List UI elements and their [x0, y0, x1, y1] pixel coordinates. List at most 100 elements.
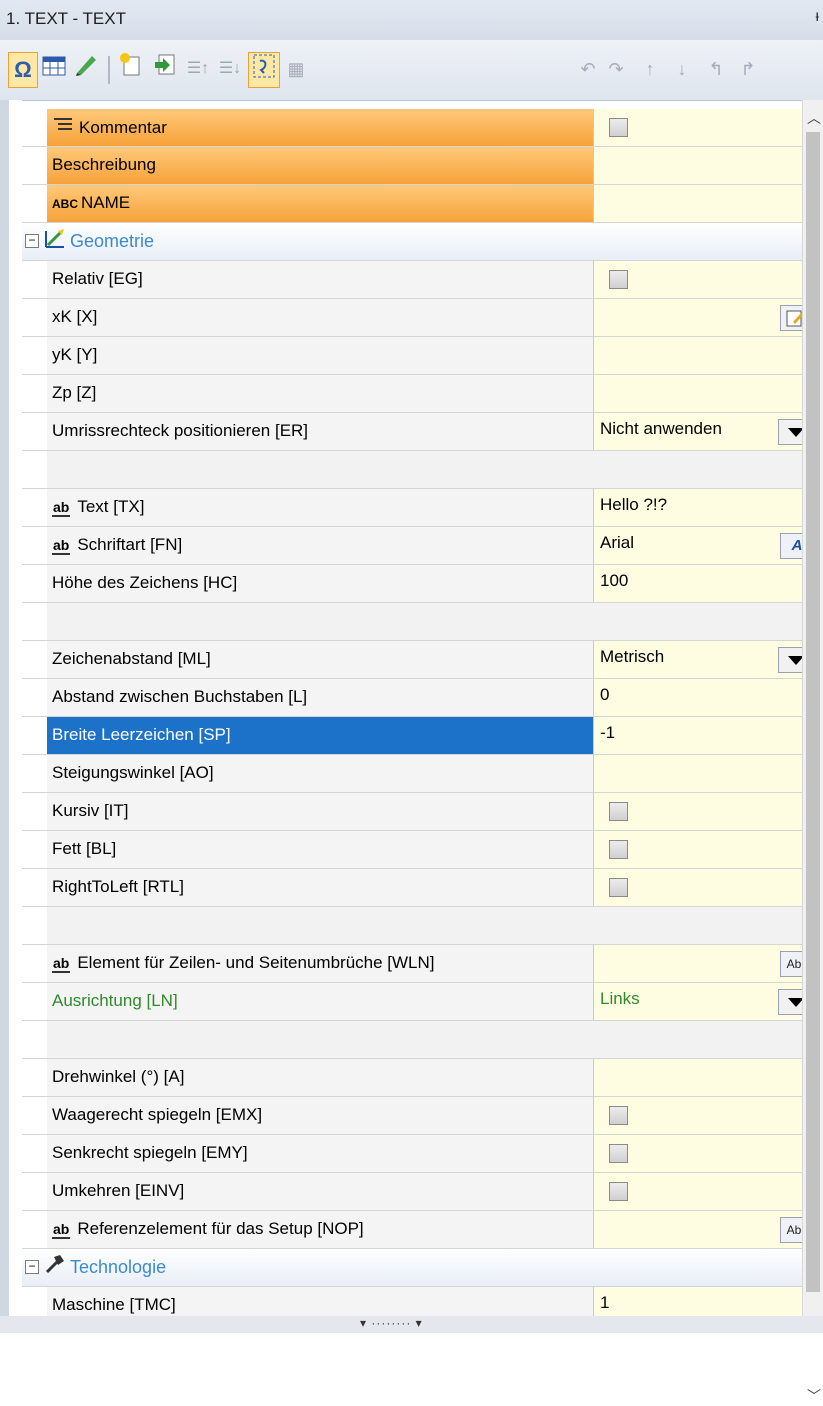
- relativ-checkbox[interactable]: [609, 270, 628, 289]
- umriss-select[interactable]: Nicht anwenden: [594, 413, 822, 450]
- row-breite-label-cell[interactable]: Breite Leerzeichen [SP]: [47, 717, 594, 754]
- row-schriftart-label-cell[interactable]: ab Schriftart [FN]: [47, 527, 594, 564]
- beschreibung-field[interactable]: [594, 147, 822, 184]
- steigung-field[interactable]: [594, 755, 822, 792]
- row-steigung-label-cell[interactable]: Steigungswinkel [AO]: [47, 755, 594, 792]
- ausrichtung-select[interactable]: Links: [594, 983, 822, 1020]
- element-field[interactable]: Abc: [594, 945, 822, 982]
- name-label: NAME: [81, 193, 131, 212]
- property-grid: Kommentar Beschreibung ABC NAME − Geometr…: [22, 109, 822, 1325]
- senkrecht-label: Senkrecht spiegeln [EMY]: [52, 1143, 248, 1162]
- yk-field[interactable]: [594, 337, 822, 374]
- group-geometrie[interactable]: − Geometrie: [22, 223, 802, 261]
- insert-icon[interactable]: [150, 52, 180, 86]
- row-zp: Zp [Z]: [22, 375, 822, 413]
- umkehren-checkbox[interactable]: [609, 1182, 628, 1201]
- row-kursiv-label-cell[interactable]: Kursiv [IT]: [47, 793, 594, 830]
- resize-grip-icon[interactable]: ▾ ········ ▾: [360, 1316, 423, 1330]
- relativ-value-cell: [594, 261, 822, 298]
- undo-icon[interactable]: ↶: [576, 52, 600, 86]
- omega-icon[interactable]: Ω: [8, 52, 38, 88]
- abstand-field[interactable]: 0: [594, 679, 822, 716]
- geometrie-label: Geometrie: [70, 231, 155, 251]
- schriftart-field[interactable]: Arial A: [594, 527, 822, 564]
- font-ab-icon: ab: [52, 537, 71, 555]
- row-umriss-label-cell[interactable]: Umrissrechteck positionieren [ER]: [47, 413, 594, 450]
- fett-checkbox[interactable]: [609, 840, 628, 859]
- grid-icon[interactable]: ▦: [282, 52, 310, 86]
- row-beschreibung: Beschreibung: [22, 147, 822, 185]
- rtl-checkbox[interactable]: [609, 878, 628, 897]
- row-drehwinkel-label-cell[interactable]: Drehwinkel (°) [A]: [47, 1059, 594, 1096]
- resize-bar[interactable]: ▾ ········ ▾: [0, 1316, 823, 1333]
- title-bar: 1. TEXT - TEXT ᵼ: [0, 0, 823, 41]
- pin-icon[interactable]: ᵼ: [815, 8, 819, 26]
- row-breite: Breite Leerzeichen [SP] -1: [22, 717, 822, 755]
- text-label: Text [TX]: [77, 497, 145, 516]
- referenz-field[interactable]: Abc: [594, 1211, 822, 1248]
- row-referenz: ab Referenzelement für das Setup [NOP] Ab…: [22, 1211, 822, 1249]
- waagerecht-checkbox[interactable]: [609, 1106, 628, 1125]
- drehwinkel-field[interactable]: [594, 1059, 822, 1096]
- vertical-scrollbar[interactable]: ︿ ﹀: [802, 100, 823, 1404]
- table-icon[interactable]: [40, 52, 68, 86]
- waagerecht-label: Waagerecht spiegeln [EMX]: [52, 1105, 263, 1124]
- row-xk-label-cell[interactable]: xK [X]: [47, 299, 594, 336]
- forward-icon[interactable]: ↱: [734, 52, 762, 86]
- row-zp-label-cell[interactable]: Zp [Z]: [47, 375, 594, 412]
- row-rtl-label-cell[interactable]: RightToLeft [RTL]: [47, 869, 594, 906]
- senkrecht-value-cell: [594, 1135, 822, 1172]
- kommentar-checkbox[interactable]: [609, 118, 628, 137]
- select-icon[interactable]: [248, 52, 280, 88]
- row-fett-label-cell[interactable]: Fett [BL]: [47, 831, 594, 868]
- rtl-label: RightToLeft [RTL]: [52, 877, 184, 896]
- row-hoehe-label-cell[interactable]: Höhe des Zeichens [HC]: [47, 565, 594, 602]
- row-zeichenabstand-label-cell[interactable]: Zeichenabstand [ML]: [47, 641, 594, 678]
- text-field[interactable]: Hello ?!?: [594, 489, 822, 526]
- row-relativ-label-cell[interactable]: Relativ [EG]: [47, 261, 594, 298]
- step-up-icon[interactable]: ↑: [636, 52, 664, 86]
- row-abstand-label-cell[interactable]: Abstand zwischen Buchstaben [L]: [47, 679, 594, 716]
- scroll-thumb[interactable]: [806, 132, 820, 1292]
- row-element-label-cell[interactable]: ab Element für Zeilen- und Seitenumbrüche…: [47, 945, 594, 982]
- pencil-icon[interactable]: [72, 52, 102, 86]
- row-yk-label-cell[interactable]: yK [Y]: [47, 337, 594, 374]
- window-title: 1. TEXT - TEXT: [6, 9, 126, 28]
- row-umkehren-label-cell[interactable]: Umkehren [EINV]: [47, 1173, 594, 1210]
- waagerecht-value-cell: [594, 1097, 822, 1134]
- hoehe-field[interactable]: 100: [594, 565, 822, 602]
- back-icon[interactable]: ↰: [702, 52, 730, 86]
- move-down-icon[interactable]: ☰↓: [216, 52, 244, 86]
- group-technologie[interactable]: − Technologie: [22, 1249, 802, 1287]
- row-ausrichtung-label-cell[interactable]: Ausrichtung [LN]: [47, 983, 594, 1020]
- row-text: ab Text [TX] Hello ?!?: [22, 489, 822, 527]
- scroll-down-icon[interactable]: ﹀: [807, 1386, 821, 1406]
- senkrecht-checkbox[interactable]: [609, 1144, 628, 1163]
- row-name-label-cell[interactable]: ABC NAME: [47, 185, 594, 222]
- collapse-icon[interactable]: −: [25, 234, 39, 248]
- row-beschreibung-label-cell[interactable]: Beschreibung: [47, 147, 594, 184]
- collapse-icon[interactable]: −: [25, 1260, 39, 1274]
- zeichenabstand-select[interactable]: Metrisch: [594, 641, 822, 678]
- row-kommentar-label-cell[interactable]: Kommentar: [47, 109, 594, 146]
- move-up-icon[interactable]: ☰↑: [184, 52, 212, 86]
- hoehe-value: 100: [600, 571, 629, 590]
- row-fett: Fett [BL]: [22, 831, 822, 869]
- breite-field[interactable]: -1: [594, 717, 822, 754]
- scroll-up-icon[interactable]: ︿: [807, 108, 821, 128]
- kursiv-checkbox[interactable]: [609, 802, 628, 821]
- row-senkrecht-label-cell[interactable]: Senkrecht spiegeln [EMY]: [47, 1135, 594, 1172]
- technologie-label: Technologie: [70, 1257, 167, 1277]
- name-field[interactable]: [594, 185, 822, 222]
- umkehren-value-cell: [594, 1173, 822, 1210]
- row-referenz-label-cell[interactable]: ab Referenzelement für das Setup [NOP]: [47, 1211, 594, 1248]
- row-ausrichtung: Ausrichtung [LN] Links: [22, 983, 822, 1021]
- row-waagerecht-label-cell[interactable]: Waagerecht spiegeln [EMX]: [47, 1097, 594, 1134]
- redo-icon[interactable]: ↷: [604, 52, 628, 86]
- schriftart-label: Schriftart [FN]: [77, 535, 183, 554]
- new-item-icon[interactable]: [116, 52, 146, 86]
- step-down-icon[interactable]: ↓: [668, 52, 696, 86]
- row-text-label-cell[interactable]: ab Text [TX]: [47, 489, 594, 526]
- zp-field[interactable]: [594, 375, 822, 412]
- xk-field[interactable]: [594, 299, 822, 336]
